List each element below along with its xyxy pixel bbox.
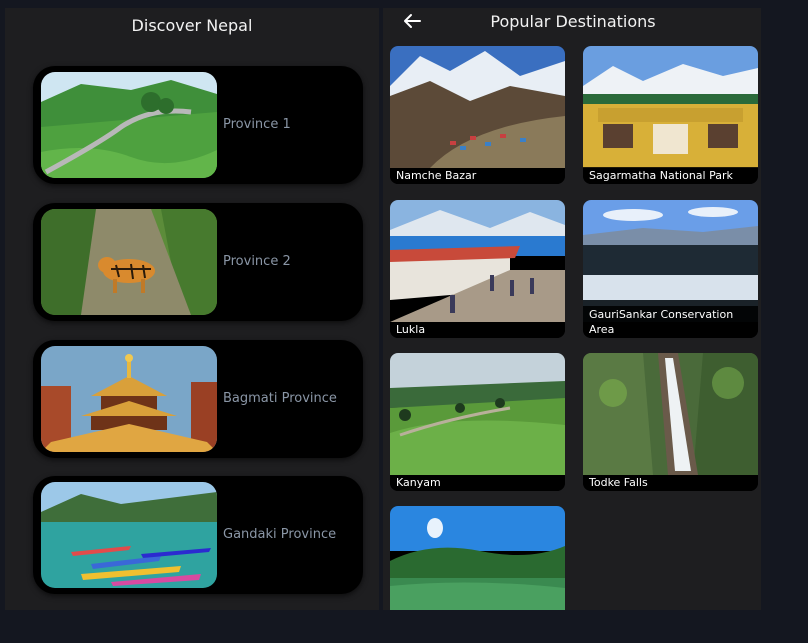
province-card-3[interactable]: Bagmati Province bbox=[33, 340, 363, 458]
destination-name: Sagarmatha National Park bbox=[583, 167, 758, 184]
page-title: Discover Nepal bbox=[131, 16, 253, 35]
destination-name: Lukla bbox=[390, 322, 565, 338]
destination-image bbox=[583, 200, 758, 322]
destination-card-gaurisankar[interactable]: GauriSankar Conservation Area bbox=[583, 200, 758, 338]
discover-nepal-screen: Discover Nepal Province 1 Province 2 Bag… bbox=[5, 8, 379, 610]
province-label: Province 2 bbox=[223, 254, 291, 269]
province-card-2[interactable]: Province 2 bbox=[33, 203, 363, 321]
destination-name: GauriSankar Conservation Area bbox=[583, 306, 758, 338]
destination-image bbox=[390, 506, 565, 610]
destination-card-lukla[interactable]: Lukla bbox=[390, 200, 565, 338]
destination-image bbox=[390, 46, 565, 168]
province-label: Bagmati Province bbox=[223, 391, 337, 406]
top-bar: Popular Destinations bbox=[383, 8, 761, 38]
destination-name: Todke Falls bbox=[583, 475, 758, 491]
destination-card-sagarmatha[interactable]: Sagarmatha National Park bbox=[583, 46, 758, 184]
province-label: Province 1 bbox=[223, 117, 291, 132]
destination-image bbox=[583, 46, 758, 168]
destination-name: Namche Bazar bbox=[390, 168, 565, 184]
province-card-4[interactable]: Gandaki Province bbox=[33, 476, 363, 594]
arrow-left-icon[interactable] bbox=[401, 10, 423, 32]
destination-name: Kanyam bbox=[390, 475, 565, 491]
province-image bbox=[41, 209, 217, 315]
province-card-1[interactable]: Province 1 bbox=[33, 66, 363, 184]
destination-image bbox=[583, 353, 758, 475]
province-label: Gandaki Province bbox=[223, 527, 337, 542]
province-image bbox=[41, 72, 217, 178]
destination-image bbox=[390, 200, 565, 322]
destination-card-kanyam[interactable]: Kanyam bbox=[390, 353, 565, 491]
page-title: Popular Destinations bbox=[490, 12, 656, 31]
destination-image bbox=[390, 353, 565, 475]
province-image bbox=[41, 346, 217, 452]
popular-destinations-screen: Popular Destinations Namche Bazar Sagarm… bbox=[383, 8, 761, 610]
province-image bbox=[41, 482, 217, 588]
destination-card-7[interactable] bbox=[390, 506, 565, 610]
destination-card-todke-falls[interactable]: Todke Falls bbox=[583, 353, 758, 491]
destination-card-namche-bazar[interactable]: Namche Bazar bbox=[390, 46, 565, 184]
